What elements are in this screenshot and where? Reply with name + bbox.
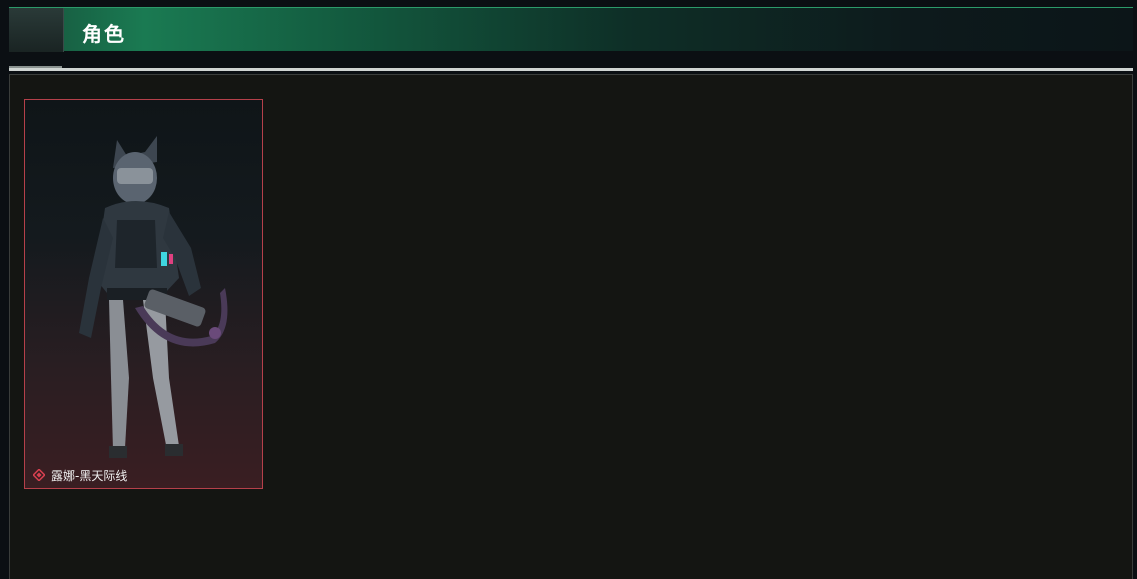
rarity-diamond-icon bbox=[33, 469, 45, 481]
header-tab-indicator bbox=[9, 8, 64, 52]
character-name: 露娜-黑天际线 bbox=[51, 468, 128, 483]
header-divider bbox=[9, 68, 1133, 71]
character-card-label: 露娜-黑天际线 bbox=[33, 466, 127, 484]
page-header: 角色 bbox=[9, 7, 1133, 52]
character-card[interactable]: 露娜-黑天际线 bbox=[24, 99, 263, 489]
character-portrait bbox=[79, 136, 228, 458]
page-title: 角色 bbox=[82, 22, 126, 46]
